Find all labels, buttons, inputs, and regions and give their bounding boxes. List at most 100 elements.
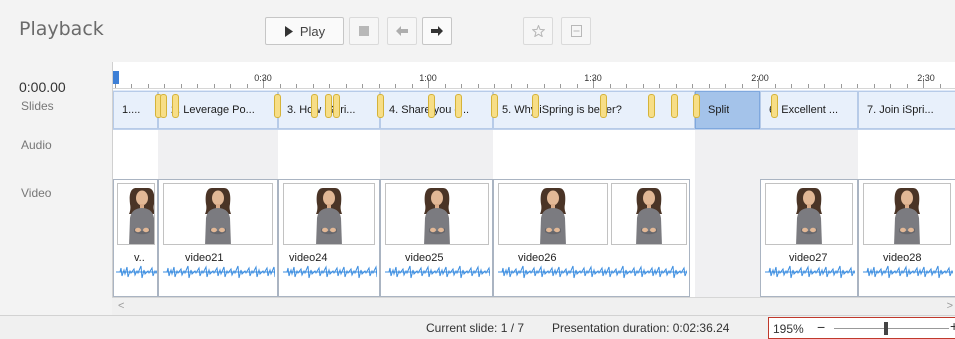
notes-button[interactable] xyxy=(561,17,591,45)
zoom-slider-thumb[interactable] xyxy=(883,322,888,335)
scroll-right-icon[interactable]: > xyxy=(947,300,953,312)
zoom-out-button[interactable]: − xyxy=(817,319,825,335)
animation-marker[interactable] xyxy=(274,94,281,118)
play-icon xyxy=(284,25,293,37)
timeline-scrollbar[interactable]: < > xyxy=(112,297,955,315)
video-clip[interactable]: video28 xyxy=(858,179,955,297)
slide-block[interactable]: 4. Share you c... xyxy=(380,91,493,129)
clip-thumbnail xyxy=(765,183,853,245)
ruler-label: 1:00 xyxy=(419,73,437,83)
slide-block[interactable]: 7. Join iSpri... xyxy=(858,91,955,129)
slide-title: Split xyxy=(708,104,730,116)
ruler-tick xyxy=(940,84,941,88)
waveform xyxy=(498,265,687,279)
animation-marker[interactable] xyxy=(455,94,462,118)
arrow-left-icon xyxy=(396,26,408,36)
animation-marker[interactable] xyxy=(491,94,498,118)
presenter-thumbnail xyxy=(129,188,154,244)
ruler-tick xyxy=(412,84,413,88)
presenter-thumbnail xyxy=(316,188,342,244)
ruler-tick xyxy=(709,84,710,88)
animation-marker[interactable] xyxy=(671,94,678,118)
ruler-tick xyxy=(214,84,215,88)
video-clip[interactable]: v.. xyxy=(113,179,158,297)
ruler-tick xyxy=(346,84,347,88)
presenter-thumbnail xyxy=(796,188,822,244)
ruler-tick xyxy=(230,84,231,88)
ruler-tick xyxy=(775,84,776,88)
animation-marker[interactable] xyxy=(771,94,778,118)
playback-header: Playback Play xyxy=(0,0,955,62)
ruler-tick xyxy=(148,84,149,88)
video-clip[interactable]: video27 xyxy=(760,179,858,297)
animation-marker[interactable] xyxy=(160,94,167,118)
ruler-tick xyxy=(560,84,561,88)
clip-name: video27 xyxy=(789,252,828,264)
ruler-tick xyxy=(115,84,116,88)
video-clip[interactable]: video24 xyxy=(278,179,380,297)
ruler-tick xyxy=(164,84,165,88)
ruler-tick xyxy=(742,84,743,88)
slide-block[interactable]: 5. Why iSpring is better? xyxy=(493,91,695,129)
current-slide-status: Current slide: 1 / 7 xyxy=(426,321,525,335)
slide-block-split[interactable]: Split xyxy=(695,91,760,129)
ruler-tick xyxy=(659,84,660,88)
next-button[interactable] xyxy=(422,17,452,45)
ruler-tick xyxy=(841,84,842,88)
audio-track-label: Audio xyxy=(21,138,52,152)
ruler-tick xyxy=(313,84,314,88)
ruler-tick xyxy=(445,84,446,88)
video-track: v.. video21 video24 video25 video26 vide… xyxy=(113,179,955,297)
zoom-control[interactable]: 195% − + xyxy=(768,317,955,339)
ruler-tick xyxy=(527,84,528,88)
ruler-tick xyxy=(395,84,396,88)
ruler-tick xyxy=(197,84,198,88)
waveform xyxy=(163,265,275,279)
animation-marker[interactable] xyxy=(532,94,539,118)
video-clip[interactable]: video21 xyxy=(158,179,278,297)
timeline[interactable]: 0:30 1:00 1:30 2:00 2:30 1.... 2. Levera… xyxy=(112,62,955,297)
time-ruler[interactable]: 0:30 1:00 1:30 2:00 2:30 xyxy=(113,62,955,89)
zoom-slider-track[interactable] xyxy=(834,328,949,329)
presenter-thumbnail xyxy=(424,188,450,244)
playhead[interactable] xyxy=(113,71,119,84)
page-title: Playback xyxy=(19,18,104,40)
ruler-tick xyxy=(511,84,512,88)
ruler-label: 2:00 xyxy=(751,73,769,83)
animation-marker[interactable] xyxy=(172,94,179,118)
presenter-thumbnail xyxy=(636,188,662,244)
clip-name: v.. xyxy=(134,252,145,264)
favorite-button[interactable] xyxy=(523,17,553,45)
stop-button[interactable] xyxy=(349,17,379,45)
presenter-thumbnail xyxy=(894,188,920,244)
previous-button[interactable] xyxy=(387,17,417,45)
ruler-tick xyxy=(676,84,677,88)
slides-track-label: Slides xyxy=(21,99,54,113)
animation-marker[interactable] xyxy=(648,94,655,118)
scroll-left-icon[interactable]: < xyxy=(118,300,124,312)
ruler-tick xyxy=(329,84,330,88)
ruler-tick xyxy=(362,84,363,88)
video-clip[interactable]: video26 xyxy=(493,179,690,297)
animation-marker[interactable] xyxy=(311,94,318,118)
clip-name: video24 xyxy=(289,252,328,264)
ruler-tick xyxy=(874,84,875,88)
animation-marker[interactable] xyxy=(428,94,435,118)
animation-marker[interactable] xyxy=(333,94,340,118)
clip-thumbnail xyxy=(863,183,951,245)
animation-marker[interactable] xyxy=(693,94,700,118)
waveform xyxy=(765,265,855,279)
video-clip[interactable]: video25 xyxy=(380,179,493,297)
zoom-in-button[interactable]: + xyxy=(950,318,955,334)
animation-marker[interactable] xyxy=(325,94,332,118)
clip-name: video26 xyxy=(518,252,557,264)
play-button[interactable]: Play xyxy=(265,17,344,45)
slide-block[interactable]: 1.... xyxy=(113,91,158,129)
animation-marker[interactable] xyxy=(377,94,384,118)
ruler-tick xyxy=(791,84,792,88)
animation-marker[interactable] xyxy=(600,94,607,118)
ruler-tick xyxy=(857,84,858,88)
presentation-duration: Presentation duration: 0:02:36.24 xyxy=(552,321,730,335)
clip-thumbnail xyxy=(117,183,155,245)
clip-name: video21 xyxy=(185,252,224,264)
